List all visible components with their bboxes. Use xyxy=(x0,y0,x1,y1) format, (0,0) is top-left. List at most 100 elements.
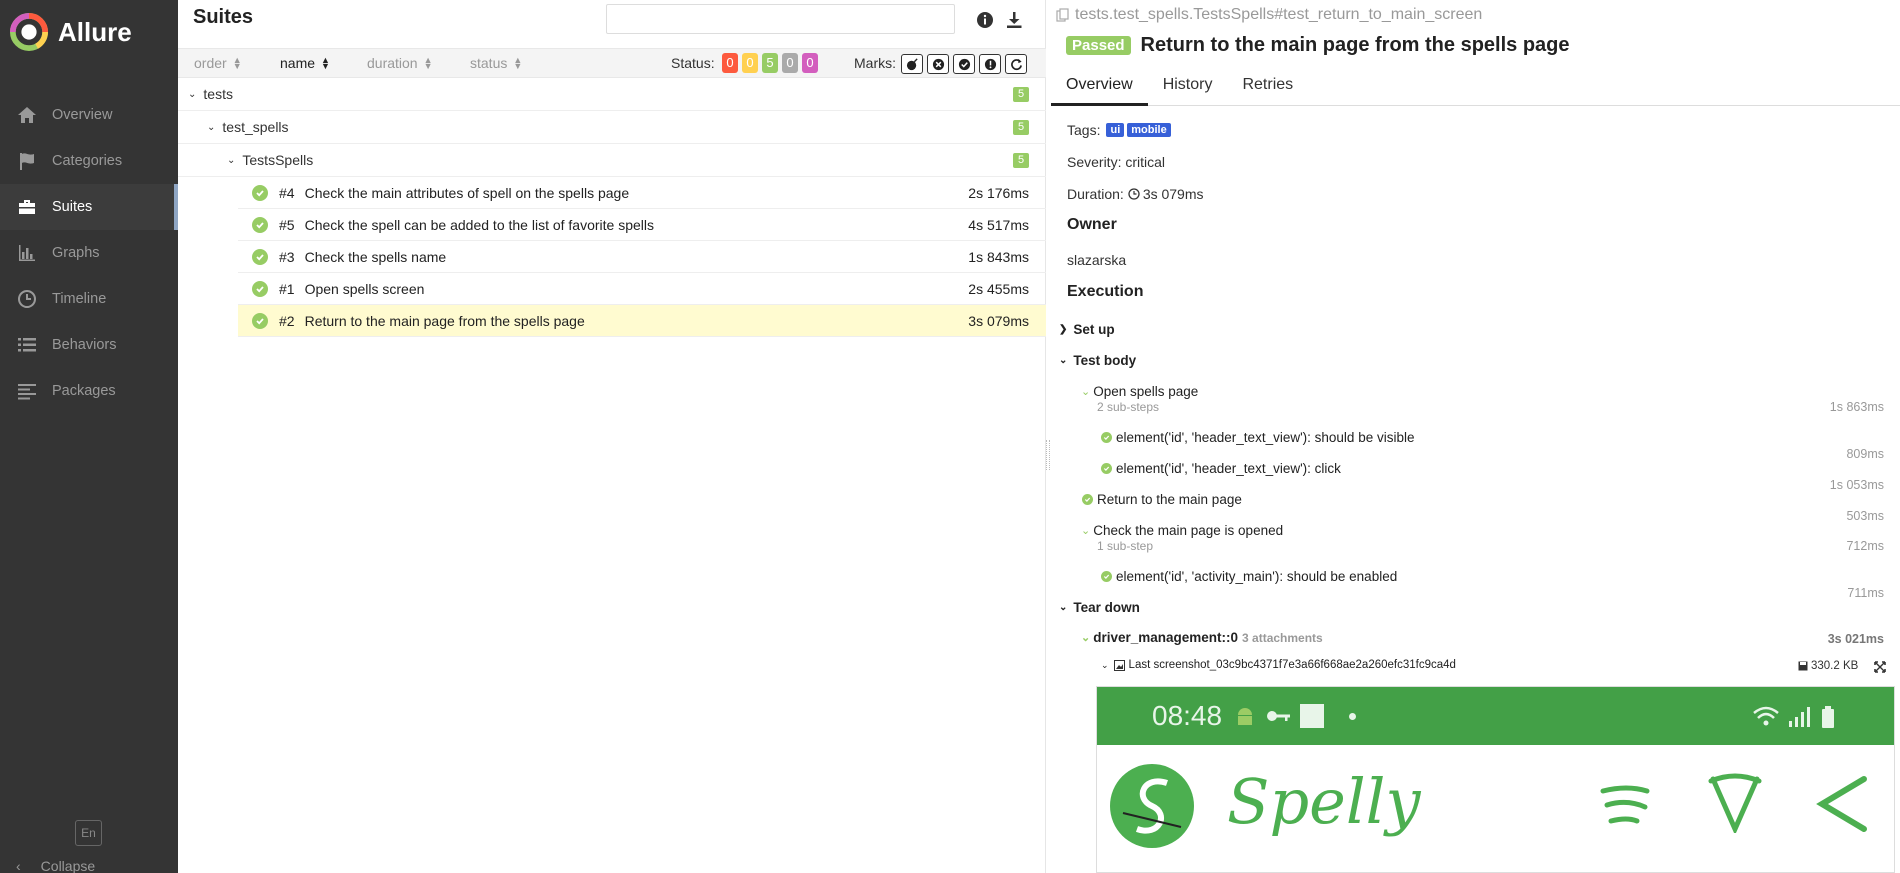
step-activity-enabled[interactable]: element('id', 'activity_main'): should b… xyxy=(1101,569,1397,584)
fixture-driver-management[interactable]: ⌄ driver_management::0 3 attachments xyxy=(1081,630,1323,645)
sort-duration-label: duration xyxy=(367,55,418,71)
owner-heading: Owner xyxy=(1067,216,1117,233)
expand-icon[interactable] xyxy=(1874,661,1886,673)
step-duration: 1s 053ms xyxy=(1829,478,1884,492)
test-row-selected[interactable]: #2 Return to the main page from the spel… xyxy=(238,305,1046,337)
dot-icon xyxy=(1349,712,1357,720)
tags-label: Tags: xyxy=(1067,122,1101,138)
sort-asc-icon: ▲ ▼ xyxy=(321,55,330,71)
step-label: element('id', 'header_text_view'): shoul… xyxy=(1116,430,1415,445)
duration-value: 3s 079ms xyxy=(1142,186,1204,202)
mark-new-broken-toggle[interactable] xyxy=(979,54,1001,74)
mark-retries-toggle[interactable] xyxy=(1005,54,1027,74)
mark-new-failed-toggle[interactable] xyxy=(927,54,949,74)
magic-wand-icon xyxy=(1708,773,1762,833)
step-label: element('id', 'header_text_view'): click xyxy=(1116,461,1341,476)
step-label: Open spells page xyxy=(1093,384,1199,399)
image-icon xyxy=(1113,659,1125,671)
chevron-down-icon: ⌄ xyxy=(207,121,216,133)
briefcase-icon xyxy=(16,196,38,218)
sidebar-item-packages[interactable]: Packages xyxy=(0,368,178,414)
attachment-item[interactable]: ⌄ Last screenshot_03c9bc4371f7e3a66f668a… xyxy=(1101,659,1456,671)
step-check-main[interactable]: ⌄ Check the main page is opened xyxy=(1081,523,1283,538)
status-unknown-toggle[interactable]: 0 xyxy=(802,53,818,73)
tab-history[interactable]: History xyxy=(1148,68,1228,106)
test-order: #4 xyxy=(279,184,295,201)
chevron-left-icon: ‹ xyxy=(16,858,21,873)
passed-status-icon xyxy=(252,184,268,201)
wifi-icon xyxy=(1753,706,1779,726)
page-title: Suites xyxy=(193,6,254,28)
phone-app-title: Spelly xyxy=(1227,765,1421,838)
clock-icon xyxy=(16,288,38,310)
step-open-spells[interactable]: ⌄ Open spells page xyxy=(1081,384,1198,399)
step-duration: 1s 863ms xyxy=(1829,400,1884,414)
square-icon xyxy=(1300,704,1325,728)
step-duration: 711ms xyxy=(1847,586,1884,600)
teardown-section[interactable]: ⌄ Tear down xyxy=(1059,600,1140,615)
download-icon[interactable] xyxy=(1004,10,1024,30)
test-row[interactable]: #4 Check the main attributes of spell on… xyxy=(238,177,1046,209)
sort-name-label: name xyxy=(280,55,316,71)
align-left-icon xyxy=(16,380,38,402)
status-skipped-toggle[interactable]: 0 xyxy=(782,53,798,73)
setup-section[interactable]: ❯ Set up xyxy=(1059,322,1115,337)
group-label: TestsSpells xyxy=(242,152,314,168)
tags-row: Tags: ui mobile xyxy=(1067,120,1892,140)
full-name-text: tests.test_spells.TestsSpells#test_retur… xyxy=(1075,6,1483,23)
status-passed-toggle[interactable]: 5 xyxy=(762,53,778,73)
test-duration: 2s 176ms xyxy=(968,184,1029,201)
test-title: Passed Return to the main page from the … xyxy=(1066,34,1570,57)
sidebar-item-behaviors[interactable]: Behaviors xyxy=(0,322,178,368)
sidebar-item-categories[interactable]: Categories xyxy=(0,138,178,184)
step-return-main[interactable]: Return to the main page xyxy=(1082,492,1242,507)
flag-icon xyxy=(16,150,38,172)
teardown-label: Tear down xyxy=(1073,600,1140,615)
chevron-down-icon: ⌄ xyxy=(1101,659,1109,670)
search-input[interactable] xyxy=(606,4,955,34)
passed-status-icon xyxy=(252,248,268,265)
test-full-name[interactable]: tests.test_spells.TestsSpells#test_retur… xyxy=(1056,6,1482,24)
test-row[interactable]: #3 Check the spells name 1s 843ms xyxy=(238,241,1046,273)
status-failed-toggle[interactable]: 0 xyxy=(722,53,738,73)
passed-status-icon xyxy=(252,216,268,233)
sort-order[interactable]: order ▲ ▼ xyxy=(194,55,242,71)
tree-group-tests[interactable]: ⌄ tests 5 xyxy=(178,78,1046,111)
sort-icon: ▲ ▼ xyxy=(513,55,523,71)
tab-retries[interactable]: Retries xyxy=(1227,68,1308,106)
tab-overview[interactable]: Overview xyxy=(1051,68,1148,106)
test-body-section[interactable]: ⌄ Test body xyxy=(1059,353,1136,368)
mark-new-passed-toggle[interactable] xyxy=(953,54,975,74)
overview-content: Tags: ui mobile Severity: critical Durat… xyxy=(1067,120,1892,300)
mark-flaky-toggle[interactable] xyxy=(901,54,923,74)
step-duration: 712ms xyxy=(1846,539,1884,553)
sort-name[interactable]: name ▲ ▼ xyxy=(280,55,330,71)
status-broken-toggle[interactable]: 0 xyxy=(742,53,758,73)
test-row[interactable]: #1 Open spells screen 2s 455ms xyxy=(238,273,1046,305)
marks-filter-label: Marks: xyxy=(854,55,896,71)
copy-icon[interactable] xyxy=(1056,8,1070,22)
sidebar-item-overview[interactable]: Overview xyxy=(0,92,178,138)
sort-duration[interactable]: duration ▲ ▼ xyxy=(367,55,433,71)
language-switch[interactable]: En xyxy=(75,820,102,846)
pane-splitter[interactable] xyxy=(1046,440,1050,470)
test-row[interactable]: #5 Check the spell can be added to the l… xyxy=(238,209,1046,241)
owner-value: slazarska xyxy=(1067,252,1127,268)
sidebar-item-label: Graphs xyxy=(52,245,100,261)
app-name: Allure xyxy=(58,16,132,47)
brand[interactable]: Allure xyxy=(0,0,178,64)
tree-group-testsspells[interactable]: ⌄ TestsSpells 5 xyxy=(178,144,1046,177)
info-icon[interactable] xyxy=(975,10,995,30)
sidebar-item-suites[interactable]: Suites xyxy=(0,184,178,230)
step-header-click[interactable]: element('id', 'header_text_view'): click xyxy=(1101,461,1341,476)
tree-group-test-spells[interactable]: ⌄ test_spells 5 xyxy=(178,111,1046,144)
sort-status[interactable]: status ▲ ▼ xyxy=(470,55,522,71)
screenshot-preview[interactable]: 08:48 Spelly xyxy=(1096,686,1895,873)
collapse-button[interactable]: ‹ Collapse xyxy=(16,858,95,873)
step-header-visible[interactable]: element('id', 'header_text_view'): shoul… xyxy=(1101,430,1414,445)
sidebar-item-graphs[interactable]: Graphs xyxy=(0,230,178,276)
attachment-size: 330.2 KB xyxy=(1798,660,1858,672)
passed-status-icon xyxy=(1101,571,1112,582)
sidebar-item-timeline[interactable]: Timeline xyxy=(0,276,178,322)
attachments-count: 3 attachments xyxy=(1242,630,1323,645)
